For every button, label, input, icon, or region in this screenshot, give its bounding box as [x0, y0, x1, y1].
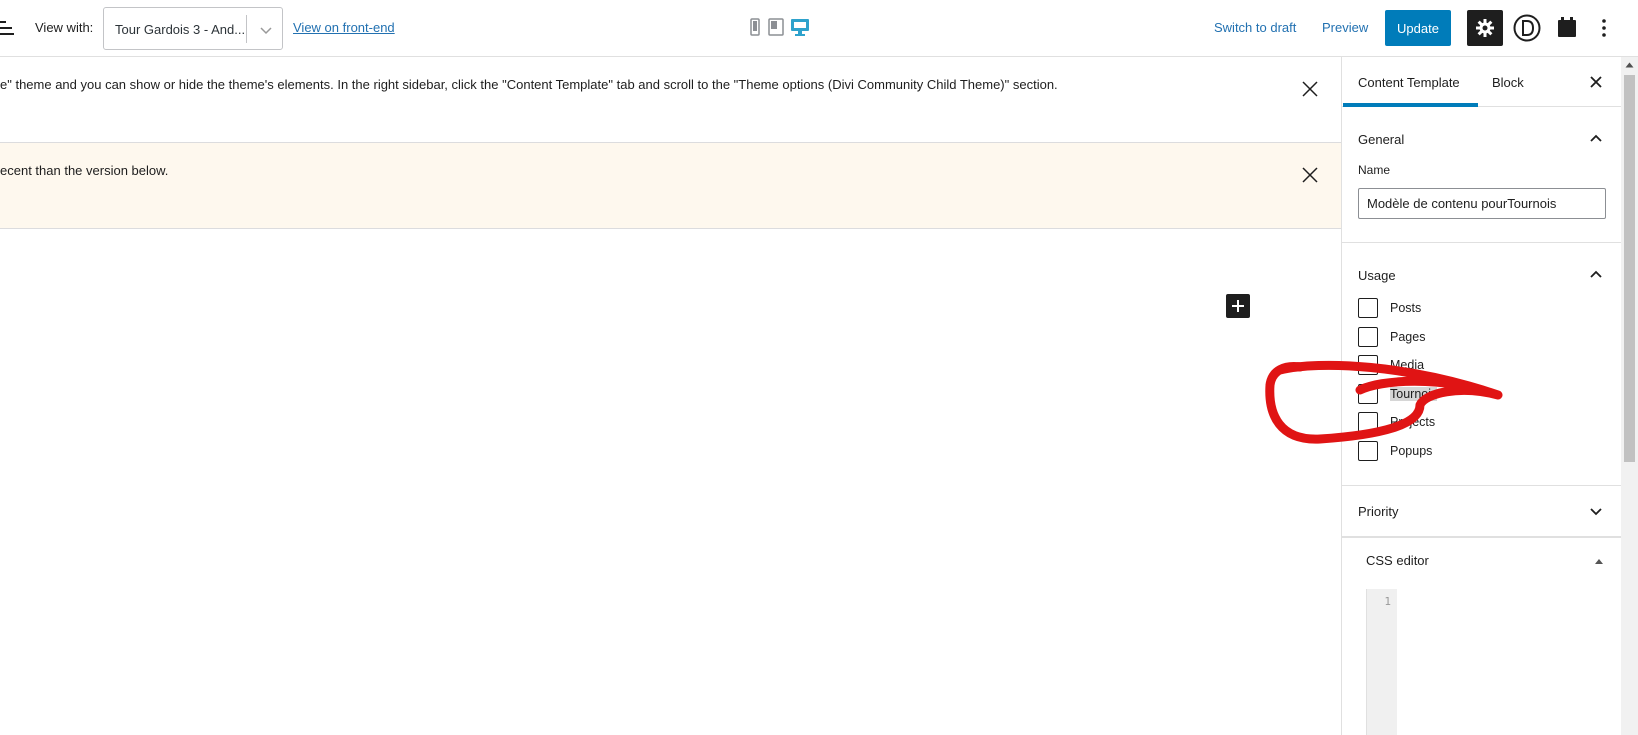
- checkbox[interactable]: [1358, 327, 1378, 347]
- line-number-gutter: 1: [1367, 589, 1397, 735]
- chevron-down-icon: [260, 27, 272, 35]
- panel-general-title[interactable]: General: [1358, 132, 1404, 147]
- view-with-label: View with:: [35, 20, 94, 35]
- view-with-select[interactable]: Tour Gardois 3 - And...: [103, 7, 283, 50]
- theme-notice: e" theme and you can show or hide the th…: [0, 57, 1341, 143]
- calendar-icon[interactable]: [1557, 16, 1577, 38]
- divi-icon[interactable]: [1512, 13, 1542, 43]
- close-icon[interactable]: [1300, 79, 1320, 99]
- scrollbar-thumb[interactable]: [1624, 75, 1635, 462]
- checkbox[interactable]: [1358, 355, 1378, 375]
- desktop-icon[interactable]: [790, 18, 810, 36]
- css-editor-title[interactable]: CSS editor: [1366, 553, 1429, 568]
- settings-button[interactable]: [1467, 10, 1503, 46]
- chevron-down-icon[interactable]: [1587, 502, 1605, 520]
- close-sidebar-icon[interactable]: [1587, 73, 1605, 91]
- editor-toolbar: View with: Tour Gardois 3 - And... View …: [0, 0, 1638, 57]
- caret-up-icon[interactable]: [1594, 557, 1604, 565]
- version-warning-notice: ecent than the version below.: [0, 143, 1341, 229]
- checkbox-label: Popups: [1390, 444, 1433, 458]
- switch-to-draft-button[interactable]: Switch to draft: [1214, 20, 1296, 35]
- chevron-up-icon[interactable]: [1587, 130, 1605, 148]
- scroll-up-arrow-icon[interactable]: [1625, 62, 1634, 68]
- theme-notice-text: e" theme and you can show or hide the th…: [0, 77, 1058, 92]
- view-on-frontend-link[interactable]: View on front-end: [293, 20, 395, 35]
- checkbox[interactable]: [1358, 384, 1378, 404]
- panel-priority-title[interactable]: Priority: [1358, 504, 1398, 519]
- line-number: 1: [1384, 595, 1391, 608]
- sidebar-tabs: Content Template Block: [1342, 57, 1622, 107]
- panel-priority: Priority: [1342, 486, 1622, 538]
- update-button[interactable]: Update: [1385, 10, 1451, 46]
- tab-content-template[interactable]: Content Template: [1358, 75, 1460, 90]
- checkbox-label: Projects: [1390, 415, 1436, 429]
- tablet-icon[interactable]: [768, 18, 784, 36]
- settings-sidebar: Content Template Block General Name Usag…: [1341, 57, 1622, 735]
- preview-button[interactable]: Preview: [1322, 20, 1368, 35]
- more-vertical-icon[interactable]: [1598, 16, 1610, 40]
- select-separator: [246, 15, 247, 43]
- panel-usage-title[interactable]: Usage: [1358, 268, 1396, 283]
- tab-block[interactable]: Block: [1492, 75, 1524, 90]
- view-with-select-value: Tour Gardois 3 - And...: [115, 22, 246, 37]
- checkbox[interactable]: [1358, 412, 1378, 432]
- checkbox[interactable]: [1358, 298, 1378, 318]
- gear-icon: [1476, 19, 1494, 37]
- chevron-up-icon[interactable]: [1587, 266, 1605, 284]
- plus-icon: [1232, 300, 1244, 312]
- template-name-input[interactable]: [1358, 188, 1606, 219]
- css-code-editor[interactable]: 1: [1366, 589, 1606, 735]
- page-scrollbar[interactable]: [1621, 57, 1638, 735]
- checkbox[interactable]: [1358, 441, 1378, 461]
- mobile-icon[interactable]: [750, 18, 760, 36]
- checkbox-label: Pages: [1390, 330, 1426, 344]
- version-notice-text: ecent than the version below.: [0, 163, 169, 178]
- menu-icon[interactable]: [0, 19, 14, 37]
- checkbox-label: Posts: [1390, 301, 1422, 315]
- checkbox-label: Tournois: [1390, 387, 1438, 401]
- panel-usage: Usage: [1342, 243, 1622, 486]
- name-field-label: Name: [1358, 163, 1391, 177]
- add-block-button[interactable]: [1226, 294, 1250, 318]
- close-icon[interactable]: [1300, 165, 1320, 185]
- checkbox-label: Media: [1390, 358, 1425, 372]
